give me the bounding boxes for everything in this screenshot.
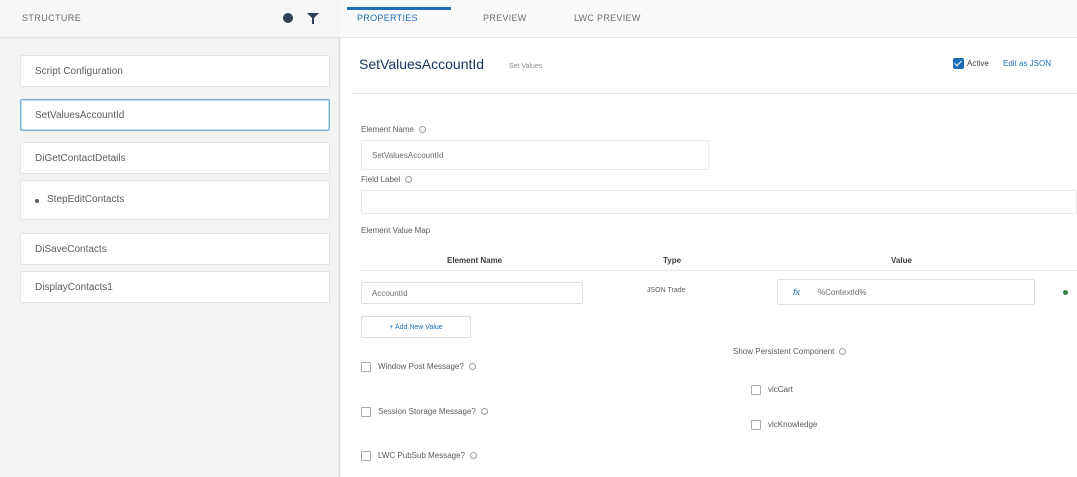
tab-preview[interactable]: PREVIEW: [483, 13, 527, 23]
active-label: Active: [967, 59, 989, 68]
column-header-element-name: Element Name: [447, 256, 503, 265]
structure-item-step-edit-contacts[interactable]: StepEditContacts: [20, 180, 330, 220]
active-tab-indicator: [347, 7, 451, 10]
properties-panel: PROPERTIES PREVIEW LWC PREVIEW SetValues…: [341, 0, 1077, 477]
add-new-value-button[interactable]: + Add New Value: [361, 316, 471, 338]
structure-item-label: DiGetContactDetails: [35, 153, 126, 164]
session-storage-message-label: Session Storage Message?: [378, 407, 488, 416]
expand-bullet-icon[interactable]: [35, 199, 39, 203]
structure-item-label: DiSaveContacts: [35, 244, 107, 255]
show-persistent-component-text: Show Persistent Component: [733, 347, 835, 356]
structure-item-label: Script Configuration: [35, 66, 123, 77]
collapse-all-icon[interactable]: [281, 11, 295, 25]
structure-item-get-contact-details[interactable]: DiGetContactDetails: [20, 142, 330, 174]
structure-panel: STRUCTURE Script Configuration SetValues…: [0, 0, 340, 477]
element-title: SetValuesAccountId: [359, 56, 485, 72]
field-label-label: Field Label: [361, 175, 413, 184]
structure-item-label: SetValuesAccountId: [35, 110, 125, 121]
active-checkbox[interactable]: [953, 58, 964, 69]
structure-item-display-contacts[interactable]: DisplayContacts1: [20, 271, 330, 303]
column-header-type: Type: [663, 256, 682, 265]
value-map-header-divider: [361, 270, 1077, 271]
vlc-cart-label: vlcCart: [768, 385, 793, 394]
field-label-input[interactable]: [361, 190, 1077, 214]
info-icon[interactable]: [405, 176, 413, 183]
session-storage-message-text: Session Storage Message?: [378, 407, 476, 416]
row-status-icon[interactable]: [1063, 290, 1068, 295]
element-type-label: Set Values: [509, 63, 543, 70]
info-icon[interactable]: [468, 363, 476, 370]
lwc-pubsub-message-checkbox[interactable]: [361, 451, 371, 461]
element-value-map-label: Element Value Map: [361, 226, 431, 235]
info-icon[interactable]: [480, 408, 488, 415]
structure-item-script-configuration[interactable]: Script Configuration: [20, 55, 330, 87]
element-name-label: Element Name: [361, 125, 426, 134]
lwc-pubsub-message-label: LWC PubSub Message?: [378, 451, 478, 460]
value-map-type[interactable]: JSON Trade: [647, 287, 686, 294]
structure-header: STRUCTURE: [0, 0, 340, 38]
vlc-cart-checkbox[interactable]: [751, 385, 761, 395]
value-map-element-name-input[interactable]: [361, 282, 583, 304]
vlc-knowledge-checkbox[interactable]: [751, 420, 761, 430]
tab-lwc-preview[interactable]: LWC PREVIEW: [574, 13, 641, 23]
filter-icon[interactable]: [306, 11, 320, 25]
structure-item-label: DisplayContacts1: [35, 282, 113, 293]
field-label-text: Field Label: [361, 175, 401, 184]
info-icon[interactable]: [470, 452, 478, 459]
tab-properties[interactable]: PROPERTIES: [357, 13, 418, 23]
show-persistent-component-label: Show Persistent Component: [733, 347, 847, 356]
structure-item-set-values-account-id[interactable]: SetValuesAccountId: [20, 99, 330, 131]
column-header-value: Value: [891, 256, 912, 265]
vlc-knowledge-label: vlcKnowledge: [768, 420, 818, 429]
tab-bar: PROPERTIES PREVIEW LWC PREVIEW: [341, 0, 1077, 38]
structure-title: STRUCTURE: [22, 13, 82, 23]
edit-as-json-link[interactable]: Edit as JSON: [1003, 59, 1051, 68]
header-divider: [351, 93, 1077, 94]
structure-item-save-contacts[interactable]: DiSaveContacts: [20, 233, 330, 265]
lwc-pubsub-message-text: LWC PubSub Message?: [378, 451, 466, 460]
formula-icon[interactable]: fx: [793, 287, 800, 297]
info-icon[interactable]: [418, 126, 426, 133]
structure-item-label: StepEditContacts: [47, 194, 125, 205]
window-post-message-label: Window Post Message?: [378, 362, 476, 371]
info-icon[interactable]: [839, 348, 847, 355]
session-storage-message-checkbox[interactable]: [361, 407, 371, 417]
element-name-input[interactable]: [361, 140, 709, 170]
window-post-message-checkbox[interactable]: [361, 362, 371, 372]
window-post-message-text: Window Post Message?: [378, 362, 464, 371]
value-map-value-input[interactable]: [777, 279, 1035, 305]
element-name-label-text: Element Name: [361, 125, 414, 134]
